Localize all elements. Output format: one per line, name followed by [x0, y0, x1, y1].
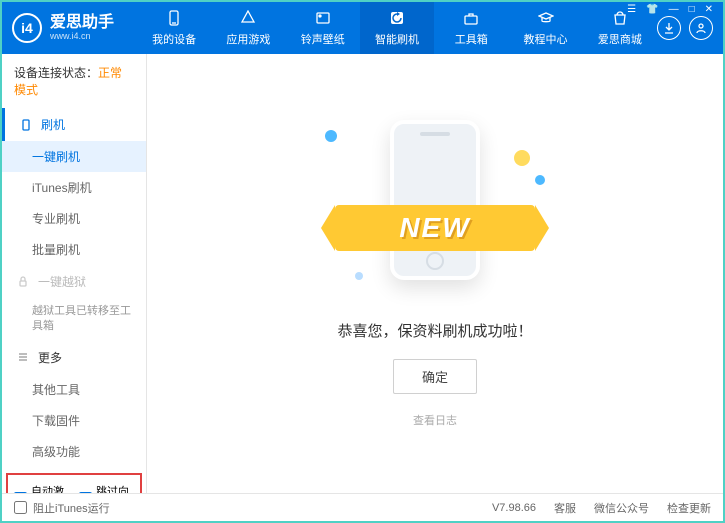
skip-setup-checkbox[interactable]: 跳过向导 [79, 483, 134, 493]
status-label: 设备连接状态： [14, 66, 98, 80]
app-window: ☰ 👕 — □ ✕ i4 爱思助手 www.i4.cn 我的设备 [0, 0, 725, 523]
sidebar-item-pro[interactable]: 专业刷机 [2, 203, 146, 234]
window-controls: ☰ 👕 — □ ✕ [625, 4, 715, 15]
nav-label: 爱思商城 [598, 31, 642, 47]
apps-icon [239, 9, 257, 27]
connection-status: 设备连接状态：正常模式 [2, 54, 146, 108]
title-right [657, 16, 713, 40]
view-log-link[interactable]: 查看日志 [413, 412, 457, 428]
auto-activate-checkbox[interactable]: 自动激活 [14, 483, 69, 493]
logo-icon: i4 [12, 13, 42, 43]
sidebar-item-advanced[interactable]: 高级功能 [2, 436, 146, 467]
nav-label: 教程中心 [524, 31, 568, 47]
success-message: 恭喜您，保资料刷机成功啦！ [337, 320, 532, 341]
ribbon-text: NEW [399, 212, 470, 244]
confirm-button[interactable]: 确定 [393, 359, 477, 394]
version-label: V7.98.66 [492, 502, 536, 514]
sidebar-item-download-fw[interactable]: 下载固件 [2, 405, 146, 436]
sidebar-item-itunes[interactable]: iTunes刷机 [2, 172, 146, 203]
wechat-link[interactable]: 微信公众号 [594, 500, 649, 516]
logo: i4 爱思助手 www.i4.cn [12, 13, 137, 43]
success-illustration: NEW [325, 120, 545, 290]
app-name: 爱思助手 [50, 15, 114, 31]
nav-label: 铃声壁纸 [301, 31, 345, 47]
graduation-icon [537, 9, 555, 27]
skin-icon[interactable]: 👕 [644, 4, 660, 15]
checkbox-label: 阻止iTunes运行 [33, 500, 110, 516]
top-nav: 我的设备 应用游戏 铃声壁纸 智能刷机 [137, 2, 657, 54]
title-bar: i4 爱思助手 www.i4.cn 我的设备 应用游戏 [2, 2, 723, 54]
sidebar-more-header[interactable]: 更多 [2, 341, 146, 374]
lock-icon [16, 275, 30, 289]
customer-service-link[interactable]: 客服 [554, 500, 576, 516]
sidebar-jailbreak-header[interactable]: 一键越狱 [2, 265, 146, 298]
jailbreak-note: 越狱工具已转移至工具箱 [2, 298, 146, 341]
app-site: www.i4.cn [50, 31, 114, 41]
checkbox-input[interactable] [14, 501, 27, 514]
nav-label: 我的设备 [152, 31, 196, 47]
sidebar-item-batch[interactable]: 批量刷机 [2, 234, 146, 265]
nav-toolbox[interactable]: 工具箱 [434, 2, 508, 54]
nav-smart-flash[interactable]: 智能刷机 [360, 2, 434, 54]
sidebar: 设备连接状态：正常模式 刷机 一键刷机 iTunes刷机 专业刷机 批量刷机 一… [2, 54, 147, 493]
footer: 阻止iTunes运行 V7.98.66 客服 微信公众号 检查更新 [2, 493, 723, 521]
main-panel: NEW 恭喜您，保资料刷机成功啦！ 确定 查看日志 [147, 54, 723, 493]
sidebar-label: 刷机 [41, 116, 65, 133]
sidebar-label: 更多 [38, 349, 62, 366]
nav-tutorial[interactable]: 教程中心 [508, 2, 582, 54]
nav-ringtones[interactable]: 铃声壁纸 [286, 2, 360, 54]
refresh-icon [388, 9, 406, 27]
minimize-icon[interactable]: — [667, 4, 681, 15]
sidebar-flash-header[interactable]: 刷机 [2, 108, 146, 141]
new-ribbon: NEW [335, 205, 535, 251]
checkbox-label: 自动激活 [31, 483, 69, 493]
user-icon[interactable] [689, 16, 713, 40]
close-icon[interactable]: ✕ [703, 4, 715, 15]
nav-label: 工具箱 [455, 31, 488, 47]
check-update-link[interactable]: 检查更新 [667, 500, 711, 516]
phone-illustration [390, 120, 480, 280]
app-body: 设备连接状态：正常模式 刷机 一键刷机 iTunes刷机 专业刷机 批量刷机 一… [2, 54, 723, 493]
list-icon [16, 350, 30, 364]
sidebar-label: 一键越狱 [38, 273, 86, 290]
toolbox-icon [462, 9, 480, 27]
stop-itunes-checkbox[interactable]: 阻止iTunes运行 [14, 500, 110, 516]
nav-label: 智能刷机 [375, 31, 419, 47]
checkbox-label: 跳过向导 [96, 483, 134, 493]
maximize-icon[interactable]: □ [687, 4, 697, 15]
nav-label: 应用游戏 [226, 31, 270, 47]
phone-icon [165, 9, 183, 27]
sidebar-item-oneclick[interactable]: 一键刷机 [2, 141, 146, 172]
nav-apps[interactable]: 应用游戏 [211, 2, 285, 54]
menu-icon[interactable]: ☰ [625, 4, 638, 15]
wallpaper-icon [314, 9, 332, 27]
options-box: 自动激活 跳过向导 [6, 473, 142, 493]
sidebar-item-other-tools[interactable]: 其他工具 [2, 374, 146, 405]
download-icon[interactable] [657, 16, 681, 40]
phone-icon [19, 118, 33, 132]
nav-my-device[interactable]: 我的设备 [137, 2, 211, 54]
